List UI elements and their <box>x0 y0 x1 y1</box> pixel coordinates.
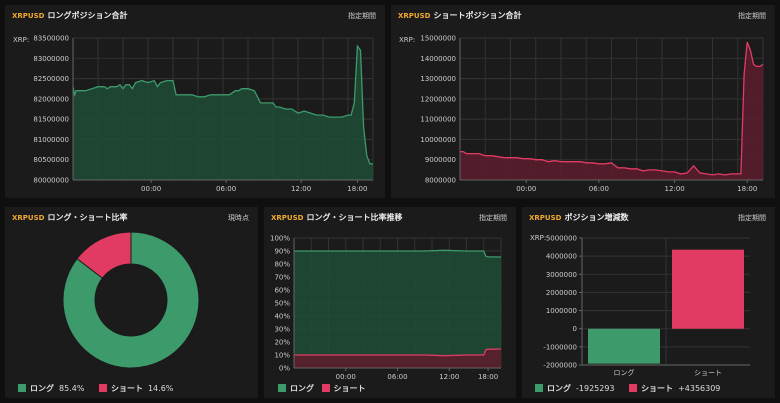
x-tick-label: 06:00 <box>589 185 609 193</box>
x-tick-label: ショート <box>694 369 722 377</box>
y-tick-label: 70% <box>274 274 290 282</box>
long-swatch <box>535 384 543 392</box>
bar-short <box>672 249 744 329</box>
y-tick-label: 3000000 <box>546 271 577 279</box>
y-tick-label: 11000000 <box>420 116 456 124</box>
y-tick-label: 12000000 <box>420 95 456 103</box>
y-tick-label: 82500000 <box>33 75 69 83</box>
legend-long-name: ロング <box>290 384 314 393</box>
x-tick-label: 18:00 <box>478 373 498 381</box>
y-tick-label: -2000000 <box>543 362 577 370</box>
x-tick-label: 12:00 <box>291 185 311 193</box>
x-tick-label: 12:00 <box>439 373 459 381</box>
x-tick-label: 18:00 <box>737 185 757 193</box>
y-tick-label: 9000000 <box>425 156 456 164</box>
x-tick-label: 06:00 <box>216 185 236 193</box>
short-swatch <box>321 384 330 392</box>
y-tick-label: 5000000 <box>546 235 577 243</box>
y-tick-label: -1000000 <box>543 343 577 351</box>
short-swatch <box>98 384 107 392</box>
y-tick-label: 50% <box>274 300 290 308</box>
legend-short-name: ショート <box>110 384 143 393</box>
x-tick-label: 00:00 <box>516 185 536 193</box>
y-tick-label: 100% <box>270 235 290 243</box>
y-tick-label: 60% <box>274 287 290 295</box>
short-total-chart: XRP: 8000000 9000000 10000000 11000000 120000… <box>399 35 764 193</box>
long-swatch <box>278 384 286 392</box>
y-tick-label: 90% <box>274 248 290 256</box>
x-tick-label: 06:00 <box>387 373 407 381</box>
ratio-donut-chart <box>62 231 200 369</box>
position-change-panel: XRPUSD ポジション増減数 指定期間 XRP: -2000000 -1000000… <box>522 207 775 398</box>
legend-short-name: ショート <box>333 384 366 393</box>
y-tick-label: 81000000 <box>33 136 69 144</box>
y-tick-label: 30% <box>274 326 290 334</box>
y-tick-label: 83500000 <box>33 35 69 43</box>
x-tick-label: 18:00 <box>347 185 367 193</box>
ratio-panel: XRPUSD ロング・ショート比率 現時点 ロング 85.4% ショート 14.6% <box>5 207 258 398</box>
y-tick-label: 15000000 <box>420 35 456 43</box>
y-tick-label: 4000000 <box>546 253 577 261</box>
long-total-chart: XRP: 80000000 80500000 81000000 81500000 8200… <box>13 35 374 193</box>
y-tick-label: 80% <box>274 261 290 269</box>
y-tick-label: 80000000 <box>33 177 69 185</box>
y-tick-label: 1000000 <box>546 307 577 315</box>
position-change-legend: ロング -1925293 ショート +4356309 <box>535 383 732 394</box>
y-tick-label: 0% <box>279 365 290 373</box>
y-tick-label: 13000000 <box>420 75 456 83</box>
ratio-trend-panel: XRPUSD ロング・ショート比率推移 指定期間 0% 10% 20% 30% 40% 50… <box>264 207 516 398</box>
legend-long-name: ロング <box>30 384 54 393</box>
ratio-trend-legend: ロング ショート <box>278 383 371 394</box>
y-axis-unit: XRP: <box>13 36 29 44</box>
ratio-legend: ロング 85.4% ショート 14.6% <box>18 383 185 394</box>
y-tick-label: 20% <box>274 339 290 347</box>
y-tick-label: 83000000 <box>33 55 69 63</box>
y-tick-label: 82000000 <box>33 95 69 103</box>
legend-short-value: 14.6% <box>147 384 174 393</box>
legend-long-value: 85.4% <box>59 384 85 393</box>
y-tick-label: 0 <box>573 325 577 333</box>
short-total-panel: XRPUSD ショートポジション合計 指定期間 XRP: 8000000 900000… <box>391 5 775 198</box>
y-tick-label: 14000000 <box>420 55 456 63</box>
y-tick-label: 80500000 <box>33 156 69 164</box>
bar-long <box>588 328 660 364</box>
series-area-long <box>294 250 501 368</box>
x-tick-label: 00:00 <box>336 373 356 381</box>
y-tick-label: 40% <box>274 313 290 321</box>
long-total-panel: XRPUSD ロングポジション合計 指定期間 XRP: 80000000 805000… <box>5 5 385 198</box>
y-tick-label: 10000000 <box>420 136 456 144</box>
y-tick-label: 2000000 <box>546 289 577 297</box>
y-axis-unit: XRP: <box>530 234 546 242</box>
x-tick-label: 12:00 <box>665 185 685 193</box>
legend-long-value: -1925293 <box>576 384 615 393</box>
y-tick-label: 8000000 <box>425 177 456 185</box>
y-tick-label: 81500000 <box>33 116 69 124</box>
ratio-trend-chart: 0% 10% 20% 30% 40% 50% 60% 70% 80% 90% 100% 00:00 06… <box>270 235 502 381</box>
x-tick-label: ロング <box>614 368 635 377</box>
y-axis-unit: XRP: <box>399 36 415 44</box>
legend-long-name: ロング <box>547 384 571 393</box>
legend-short-name: ショート <box>641 384 674 393</box>
y-tick-label: 10% <box>274 352 290 360</box>
short-swatch <box>629 384 638 392</box>
long-swatch <box>18 384 26 392</box>
legend-short-value: +4356309 <box>678 384 721 393</box>
position-change-chart: XRP: -2000000 -1000000 0 1000000 2000000 30000… <box>530 234 750 377</box>
x-tick-label: 00:00 <box>141 185 161 193</box>
